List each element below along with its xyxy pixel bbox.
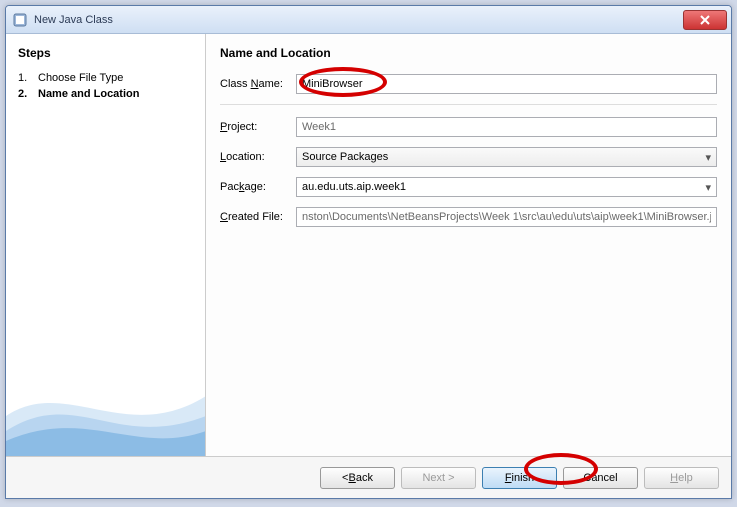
label-package: Package: bbox=[220, 181, 296, 193]
divider bbox=[220, 104, 717, 105]
button-bar: < Back Next > Finish Cancel Help bbox=[6, 456, 731, 498]
step-item: 1.Choose File Type bbox=[18, 70, 193, 86]
step-item: 2.Name and Location bbox=[18, 86, 193, 102]
row-created-file: Created File: bbox=[220, 207, 717, 227]
dialog-window: New Java Class Steps 1.Choose File Type … bbox=[5, 5, 732, 499]
location-value: Source Packages bbox=[302, 151, 388, 163]
close-button[interactable] bbox=[683, 10, 727, 30]
package-value: au.edu.uts.aip.week1 bbox=[302, 181, 406, 193]
panels: Steps 1.Choose File Type 2.Name and Loca… bbox=[6, 34, 731, 456]
package-combo[interactable]: au.edu.uts.aip.week1 ▾ bbox=[296, 177, 717, 197]
finish-button[interactable]: Finish bbox=[482, 467, 557, 489]
row-location: Location: Source Packages ▾ bbox=[220, 147, 717, 167]
label-project: Project: bbox=[220, 121, 296, 133]
back-button[interactable]: < Back bbox=[320, 467, 395, 489]
section-heading: Name and Location bbox=[220, 46, 717, 60]
row-package: Package: au.edu.uts.aip.week1 ▾ bbox=[220, 177, 717, 197]
decorative-wave bbox=[6, 336, 206, 456]
label-class-name: Class Name: bbox=[220, 78, 296, 90]
created-file-field bbox=[296, 207, 717, 227]
help-button[interactable]: Help bbox=[644, 467, 719, 489]
window-title: New Java Class bbox=[34, 14, 683, 26]
app-icon bbox=[12, 12, 28, 28]
cancel-button[interactable]: Cancel bbox=[563, 467, 638, 489]
chevron-down-icon: ▾ bbox=[705, 181, 711, 194]
content-area: Steps 1.Choose File Type 2.Name and Loca… bbox=[6, 34, 731, 498]
steps-panel: Steps 1.Choose File Type 2.Name and Loca… bbox=[6, 34, 206, 456]
label-created-file: Created File: bbox=[220, 211, 296, 223]
steps-heading: Steps bbox=[18, 46, 193, 60]
form-panel: Name and Location Class Name: Project: L… bbox=[206, 34, 731, 456]
steps-list: 1.Choose File Type 2.Name and Location bbox=[18, 70, 193, 102]
label-location: Location: bbox=[220, 151, 296, 163]
chevron-down-icon: ▾ bbox=[705, 151, 711, 164]
row-class-name: Class Name: bbox=[220, 74, 717, 94]
project-field bbox=[296, 117, 717, 137]
next-button: Next > bbox=[401, 467, 476, 489]
titlebar: New Java Class bbox=[6, 6, 731, 34]
location-combo[interactable]: Source Packages ▾ bbox=[296, 147, 717, 167]
row-project: Project: bbox=[220, 117, 717, 137]
class-name-input[interactable] bbox=[296, 74, 717, 94]
